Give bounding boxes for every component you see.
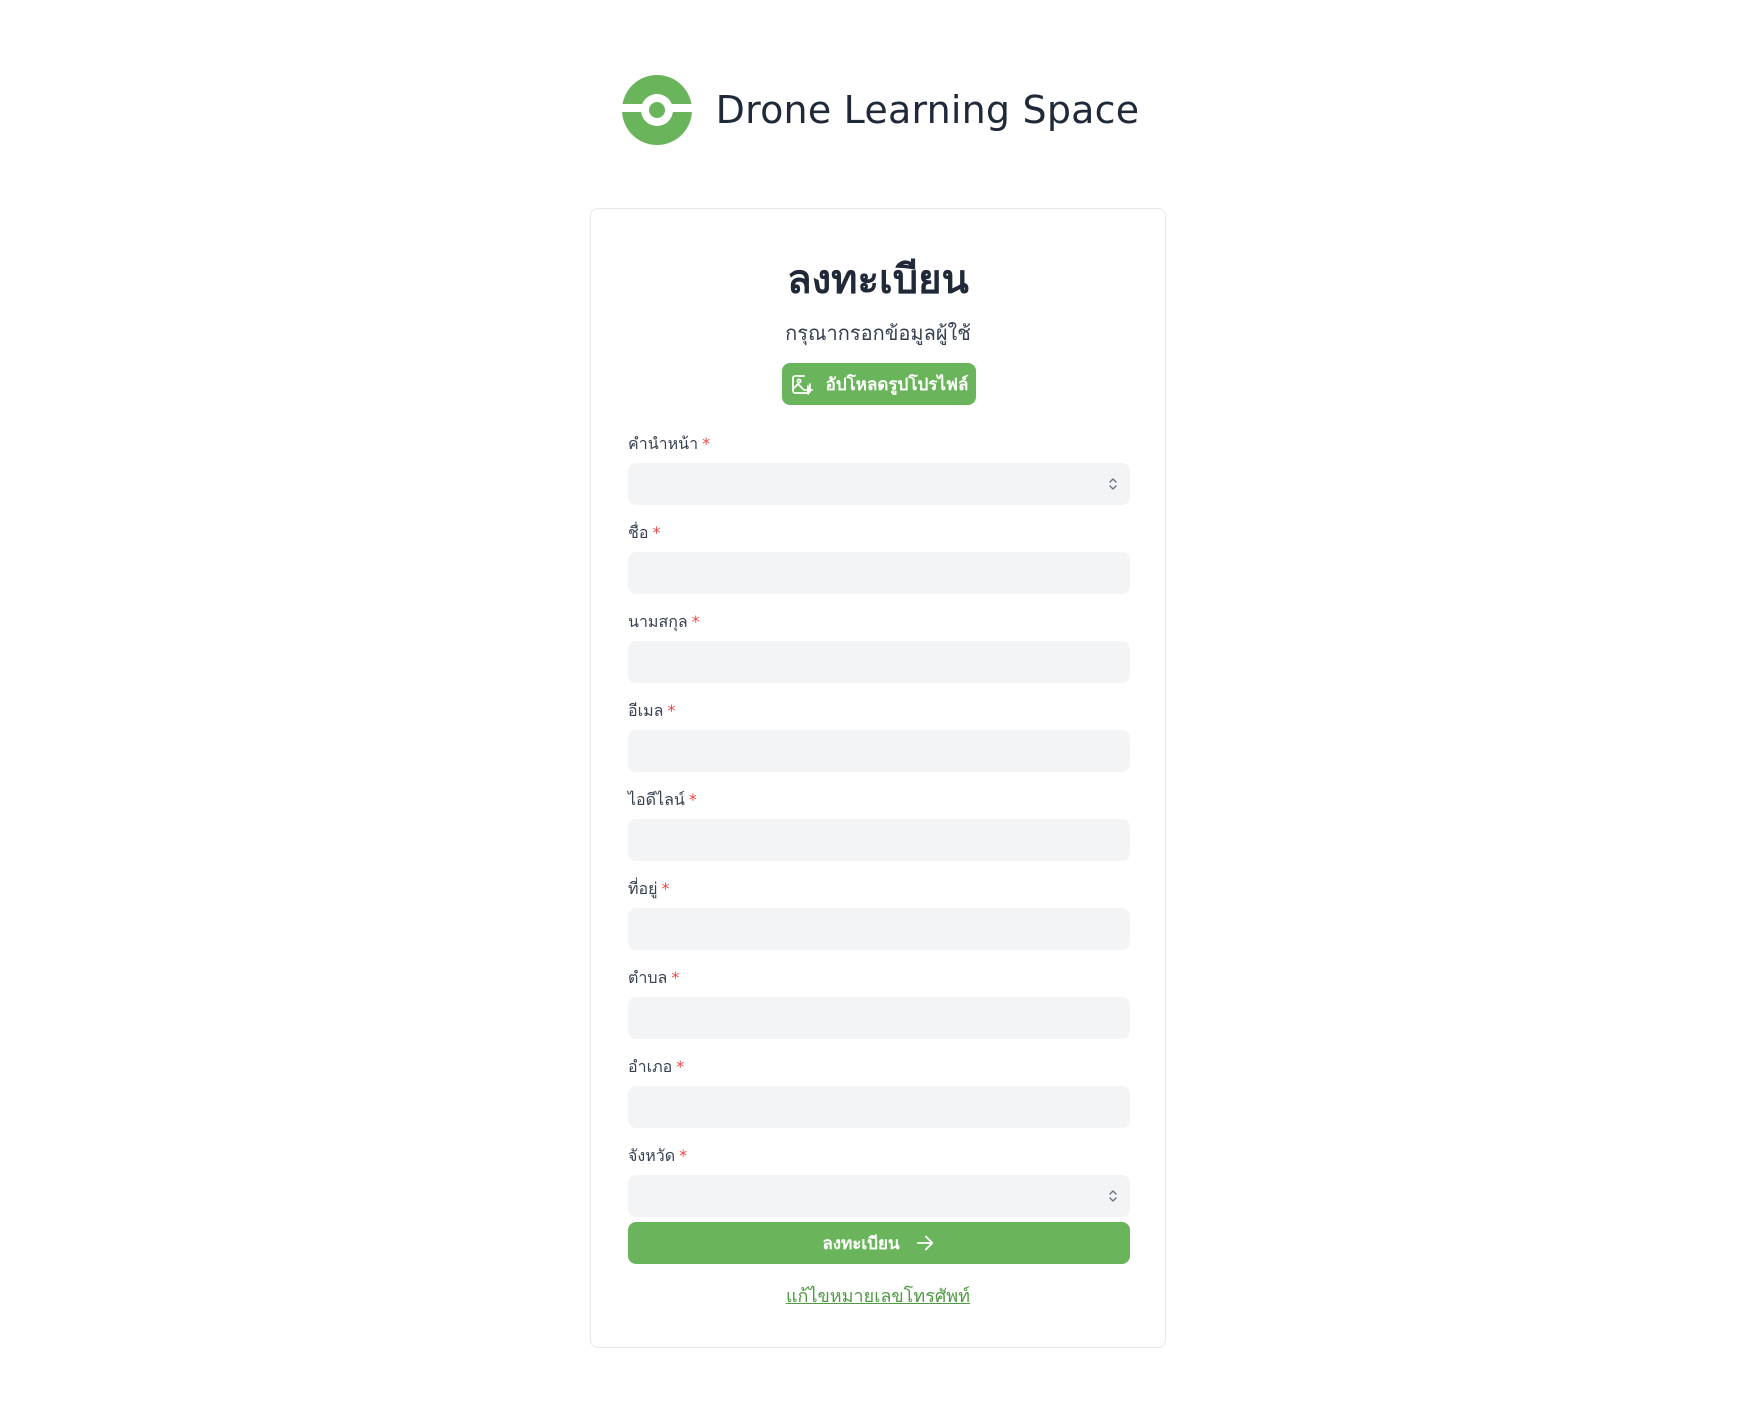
- address-label-text: ที่อยู่: [628, 879, 658, 898]
- subdistrict-label: ตำบล *: [628, 967, 1130, 989]
- required-asterisk: *: [702, 434, 711, 453]
- brand-name: Drone Learning Space: [715, 88, 1140, 132]
- required-asterisk: *: [671, 968, 680, 987]
- required-asterisk: *: [652, 523, 661, 542]
- subdistrict-field: ตำบล *: [628, 967, 1130, 1039]
- required-asterisk: *: [667, 701, 676, 720]
- email-label: อีเมล *: [628, 700, 1130, 722]
- line-id-input[interactable]: [628, 819, 1130, 861]
- last-name-label: นามสกุล *: [628, 611, 1130, 633]
- last-name-input[interactable]: [628, 641, 1130, 683]
- district-label: อำเภอ *: [628, 1056, 1130, 1078]
- title-prefix-label: คำนำหน้า *: [628, 433, 1130, 455]
- email-input[interactable]: [628, 730, 1130, 772]
- arrow-right-icon: [916, 1235, 933, 1251]
- province-select[interactable]: [628, 1175, 1130, 1217]
- required-asterisk: *: [676, 1057, 685, 1076]
- required-asterisk: *: [661, 879, 670, 898]
- page-subtitle: กรุณากรอกข้อมูลผู้ใช้: [785, 321, 971, 345]
- upload-profile-label: อัปโหลดรูปโปรไฟล์: [825, 374, 969, 395]
- required-asterisk: *: [679, 1146, 688, 1165]
- title-prefix-field: คำนำหน้า *: [628, 433, 1130, 505]
- required-asterisk: *: [691, 612, 700, 631]
- title-prefix-label-text: คำนำหน้า: [628, 434, 699, 453]
- address-label: ที่อยู่ *: [628, 878, 1130, 900]
- first-name-label-text: ชื่อ: [628, 523, 649, 542]
- first-name-input[interactable]: [628, 552, 1130, 594]
- email-field: อีเมล *: [628, 700, 1130, 772]
- required-asterisk: *: [688, 790, 697, 809]
- header: Drone Learning Space: [0, 64, 1755, 156]
- edit-phone-link[interactable]: แก้ไขหมายเลขโทรศัพท์: [591, 1281, 1165, 1310]
- last-name-label-text: นามสกุล: [628, 612, 688, 631]
- line-id-label-text: ไอดีไลน์: [628, 790, 685, 809]
- drone-logo-icon: [615, 75, 698, 145]
- line-id-label: ไอดีไลน์ *: [628, 789, 1130, 811]
- image-plus-icon: [791, 375, 813, 395]
- chevron-up-down-icon: [1109, 478, 1117, 490]
- province-field: จังหวัด *: [628, 1145, 1130, 1217]
- district-label-text: อำเภอ: [628, 1057, 673, 1076]
- first-name-field: ชื่อ *: [628, 522, 1130, 594]
- register-button-label: ลงทะเบียน: [822, 1233, 900, 1254]
- province-label-text: จังหวัด: [628, 1146, 676, 1165]
- title-prefix-select[interactable]: [628, 463, 1130, 505]
- district-field: อำเภอ *: [628, 1056, 1130, 1128]
- email-label-text: อีเมล: [628, 701, 664, 720]
- address-field: ที่อยู่ *: [628, 878, 1130, 950]
- first-name-label: ชื่อ *: [628, 522, 1130, 544]
- subdistrict-label-text: ตำบล: [628, 968, 668, 987]
- registration-card: ลงทะเบียน กรุณากรอกข้อมูลผู้ใช้ อัปโหลดร…: [590, 208, 1166, 1348]
- district-input[interactable]: [628, 1086, 1130, 1128]
- chevron-up-down-icon: [1109, 1190, 1117, 1202]
- address-input[interactable]: [628, 908, 1130, 950]
- register-button[interactable]: ลงทะเบียน: [628, 1222, 1130, 1264]
- upload-profile-button[interactable]: อัปโหลดรูปโปรไฟล์: [782, 363, 976, 405]
- subdistrict-input[interactable]: [628, 997, 1130, 1039]
- page-title: ลงทะเบียน: [787, 257, 969, 303]
- last-name-field: นามสกุล *: [628, 611, 1130, 683]
- line-id-field: ไอดีไลน์ *: [628, 789, 1130, 861]
- province-label: จังหวัด *: [628, 1145, 1130, 1167]
